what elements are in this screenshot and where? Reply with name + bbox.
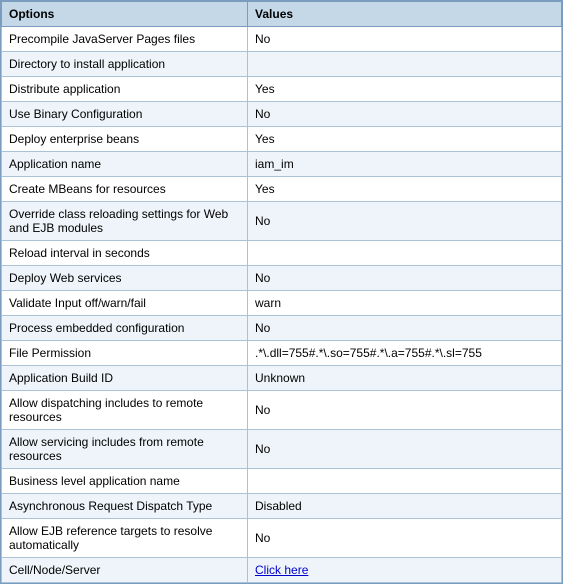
table-row: Deploy Web servicesNo <box>2 266 562 291</box>
value-cell: No <box>248 391 562 430</box>
table-row: Asynchronous Request Dispatch TypeDisabl… <box>2 494 562 519</box>
option-cell: File Permission <box>2 341 248 366</box>
value-cell: No <box>248 202 562 241</box>
option-cell: Use Binary Configuration <box>2 102 248 127</box>
option-cell: Application name <box>2 152 248 177</box>
value-cell: .*\.dll=755#.*\.so=755#.*\.a=755#.*\.sl=… <box>248 341 562 366</box>
option-cell: Cell/Node/Server <box>2 558 248 583</box>
value-cell: Disabled <box>248 494 562 519</box>
table-row: Directory to install application <box>2 52 562 77</box>
value-cell: No <box>248 519 562 558</box>
value-cell: Yes <box>248 177 562 202</box>
option-cell: Reload interval in seconds <box>2 241 248 266</box>
table-row: Application Build IDUnknown <box>2 366 562 391</box>
table-row: File Permission.*\.dll=755#.*\.so=755#.*… <box>2 341 562 366</box>
table-row: Application nameiam_im <box>2 152 562 177</box>
option-cell: Allow dispatching includes to remote res… <box>2 391 248 430</box>
option-cell: Directory to install application <box>2 52 248 77</box>
option-cell: Process embedded configuration <box>2 316 248 341</box>
options-table: Options Values Precompile JavaServer Pag… <box>0 0 563 584</box>
value-cell[interactable]: Click here <box>248 558 562 583</box>
option-cell: Create MBeans for resources <box>2 177 248 202</box>
value-cell: No <box>248 316 562 341</box>
value-cell: iam_im <box>248 152 562 177</box>
option-cell: Override class reloading settings for We… <box>2 202 248 241</box>
option-cell: Precompile JavaServer Pages files <box>2 27 248 52</box>
table-row: Override class reloading settings for We… <box>2 202 562 241</box>
table-row: Cell/Node/Server Click here <box>2 558 562 583</box>
table-row: Validate Input off/warn/failwarn <box>2 291 562 316</box>
value-cell: No <box>248 266 562 291</box>
table-row: Create MBeans for resourcesYes <box>2 177 562 202</box>
value-cell <box>248 469 562 494</box>
table-row: Use Binary ConfigurationNo <box>2 102 562 127</box>
value-cell: No <box>248 102 562 127</box>
option-cell: Application Build ID <box>2 366 248 391</box>
option-cell: Business level application name <box>2 469 248 494</box>
option-cell: Deploy enterprise beans <box>2 127 248 152</box>
table-row: Reload interval in seconds <box>2 241 562 266</box>
table-row: Precompile JavaServer Pages filesNo <box>2 27 562 52</box>
value-cell: No <box>248 27 562 52</box>
cell-node-server-link[interactable]: Click here <box>255 563 308 577</box>
option-cell: Validate Input off/warn/fail <box>2 291 248 316</box>
value-cell: No <box>248 430 562 469</box>
table-row: Business level application name <box>2 469 562 494</box>
table-row: Allow servicing includes from remote res… <box>2 430 562 469</box>
table-row: Process embedded configurationNo <box>2 316 562 341</box>
table-row: Deploy enterprise beansYes <box>2 127 562 152</box>
option-cell: Deploy Web services <box>2 266 248 291</box>
table-row: Allow dispatching includes to remote res… <box>2 391 562 430</box>
table-row: Distribute applicationYes <box>2 77 562 102</box>
value-cell: Yes <box>248 77 562 102</box>
value-cell: warn <box>248 291 562 316</box>
option-cell: Allow EJB reference targets to resolve a… <box>2 519 248 558</box>
option-cell: Allow servicing includes from remote res… <box>2 430 248 469</box>
value-cell <box>248 241 562 266</box>
table-row: Allow EJB reference targets to resolve a… <box>2 519 562 558</box>
option-cell: Asynchronous Request Dispatch Type <box>2 494 248 519</box>
header-values: Values <box>248 2 562 27</box>
header-options: Options <box>2 2 248 27</box>
option-cell: Distribute application <box>2 77 248 102</box>
value-cell <box>248 52 562 77</box>
value-cell: Yes <box>248 127 562 152</box>
value-cell: Unknown <box>248 366 562 391</box>
